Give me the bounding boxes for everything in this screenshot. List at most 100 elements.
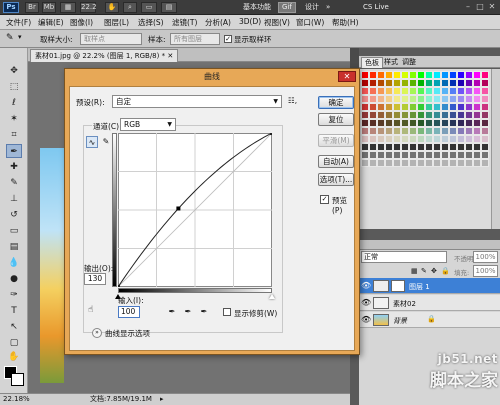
tool-preset-chevron-icon[interactable]: ▾ [18,33,22,41]
color-swatch[interactable] [417,127,425,135]
zoom-tool-icon[interactable]: ⌕ [123,2,137,13]
color-swatch[interactable] [361,119,369,127]
color-swatch[interactable] [441,79,449,87]
ok-button[interactable]: 确定 [318,96,354,109]
color-swatch[interactable] [425,71,433,79]
color-swatch[interactable] [425,135,433,143]
menu-file[interactable]: 文件(F) [6,17,31,28]
layer-row[interactable]: 👁 素材02 [359,295,500,311]
color-swatch[interactable] [473,79,481,87]
gradient-tool-icon[interactable]: ▤ [6,240,22,254]
close-tab-icon[interactable]: ✕ [167,52,173,60]
white-eyedropper-icon[interactable]: ✒ [198,306,210,318]
blend-mode-select[interactable]: 正常 [361,251,447,263]
history-brush-tool-icon[interactable]: ↺ [6,208,22,222]
color-swatch[interactable] [369,79,377,87]
pen-tool-icon[interactable]: ✑ [6,288,22,302]
color-swatch[interactable] [401,87,409,95]
color-swatch[interactable] [401,119,409,127]
color-swatch[interactable] [409,119,417,127]
color-swatch[interactable] [401,159,409,167]
color-swatch[interactable] [481,79,489,87]
curve-display-options-label[interactable]: 曲线显示选项 [105,328,150,339]
color-swatch[interactable] [433,79,441,87]
zoom-level-button[interactable]: 22.2 [80,2,97,13]
color-swatch[interactable] [385,159,393,167]
color-swatch[interactable] [449,87,457,95]
color-swatch[interactable] [385,111,393,119]
color-swatch[interactable] [409,95,417,103]
color-swatch[interactable] [433,119,441,127]
color-swatch[interactable] [441,111,449,119]
color-swatch[interactable] [441,135,449,143]
color-swatch[interactable] [425,143,433,151]
color-swatch[interactable] [441,127,449,135]
color-swatch[interactable] [473,111,481,119]
color-swatch[interactable] [385,95,393,103]
color-swatch[interactable] [401,111,409,119]
color-swatch[interactable] [361,103,369,111]
guides-icon[interactable]: ▦ [60,2,76,13]
color-swatch[interactable] [385,71,393,79]
color-swatch[interactable] [369,111,377,119]
layer-row[interactable]: 👁 图层 1 [359,278,500,294]
color-swatch[interactable] [377,111,385,119]
gray-eyedropper-icon[interactable]: ✒ [182,306,194,318]
menu-image[interactable]: 图像(I) [70,17,93,28]
lock-transparency-icon[interactable]: ▦ [411,267,418,275]
color-swatch[interactable] [369,143,377,151]
close-icon[interactable]: ✕ [338,71,356,82]
cs-live-button[interactable]: CS Live [360,2,460,13]
color-swatch[interactable] [481,159,489,167]
color-swatch[interactable] [457,143,465,151]
background-color-swatch[interactable] [11,373,24,386]
color-swatch[interactable] [481,127,489,135]
color-swatch[interactable] [425,111,433,119]
swatches-scrollbar[interactable] [491,69,500,229]
color-swatch[interactable] [481,95,489,103]
color-swatch[interactable] [393,71,401,79]
eyedropper-tool-icon[interactable]: ✎ [6,33,14,43]
color-swatch[interactable] [369,71,377,79]
color-swatch[interactable] [385,151,393,159]
color-swatch[interactable] [433,159,441,167]
color-swatch[interactable] [409,71,417,79]
color-swatch[interactable] [465,135,473,143]
color-swatch[interactable] [393,103,401,111]
color-swatch[interactable] [481,143,489,151]
color-swatch[interactable] [393,111,401,119]
visibility-eye-icon[interactable]: 👁 [361,281,371,291]
preview-checkbox[interactable]: ✓ [320,195,329,204]
show-clipping-checkbox[interactable] [223,308,231,316]
brush-tool-icon[interactable]: ✎ [6,176,22,190]
color-swatch[interactable] [449,135,457,143]
color-swatch[interactable] [401,127,409,135]
tab-swatches[interactable]: 色板 [361,57,383,68]
color-swatch[interactable] [393,159,401,167]
color-swatch[interactable] [441,119,449,127]
color-swatch[interactable] [417,103,425,111]
color-swatch[interactable] [385,103,393,111]
color-swatch[interactable] [377,119,385,127]
color-swatch[interactable] [433,111,441,119]
color-swatch[interactable] [425,95,433,103]
color-swatch[interactable] [457,119,465,127]
color-swatch[interactable] [473,119,481,127]
clone-stamp-tool-icon[interactable]: ⊥ [6,192,22,206]
preset-select[interactable]: 自定 ▼ [112,95,282,108]
color-swatch[interactable] [401,79,409,87]
color-swatch[interactable] [401,95,409,103]
menu-window[interactable]: 窗口(W) [296,17,324,28]
path-selection-tool-icon[interactable]: ↖ [6,320,22,334]
color-swatch[interactable] [457,87,465,95]
curve-graph[interactable] [118,133,272,287]
color-swatch[interactable] [369,95,377,103]
color-swatch[interactable] [409,159,417,167]
color-swatch[interactable] [457,95,465,103]
color-swatch[interactable] [409,79,417,87]
color-swatch[interactable] [465,127,473,135]
color-swatch[interactable] [393,143,401,151]
color-swatch[interactable] [425,103,433,111]
color-swatch[interactable] [361,79,369,87]
color-swatch[interactable] [393,79,401,87]
